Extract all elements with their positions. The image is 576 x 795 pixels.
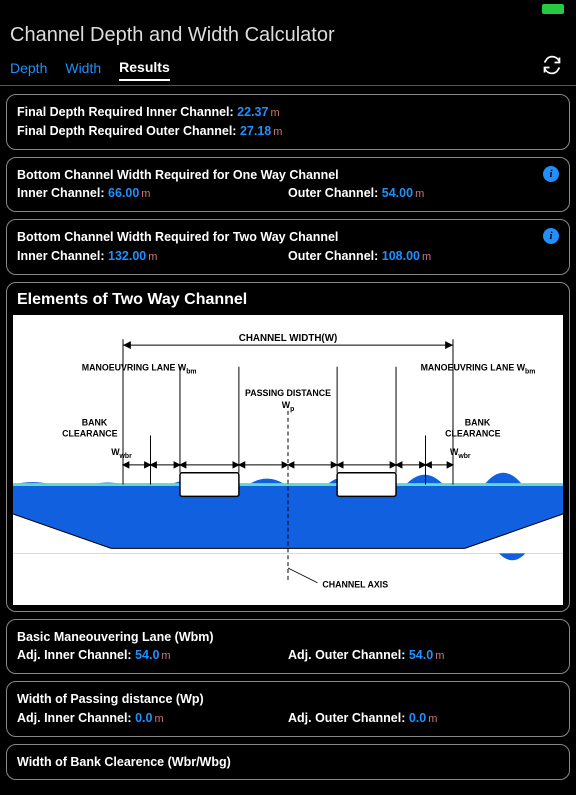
unit: m — [428, 713, 437, 725]
wp-title: Width of Passing distance (Wp) — [17, 690, 559, 709]
tab-results[interactable]: Results — [119, 59, 170, 81]
one-way-outer-value: 54.00 — [382, 186, 413, 200]
unit: m — [270, 107, 279, 119]
two-way-title: Bottom Channel Width Required for Two Wa… — [17, 228, 559, 247]
diagram-panel: Elements of Two Way Channel — [6, 282, 570, 612]
wbm-outer-value: 54.0 — [409, 648, 433, 662]
final-depth-inner-row: Final Depth Required Inner Channel: 22.3… — [17, 103, 559, 122]
unit: m — [148, 251, 157, 263]
svg-text:CHANNEL AXIS: CHANNEL AXIS — [322, 579, 388, 589]
wbm-inner-value: 54.0 — [135, 648, 159, 662]
info-icon[interactable]: i — [543, 166, 559, 182]
status-bar — [0, 0, 576, 18]
two-way-outer-label: Outer Channel: — [288, 249, 378, 263]
channel-diagram: CHANNEL WIDTH(W) MANOEUVRING LANE Wbm MA… — [13, 315, 563, 605]
battery-icon — [542, 4, 564, 14]
app-title: Channel Depth and Width Calculator — [0, 18, 576, 57]
wp-outer-value: 0.0 — [409, 711, 426, 725]
wp-inner-value: 0.0 — [135, 711, 152, 725]
unit: m — [415, 188, 424, 200]
wbm-values: Adj. Inner Channel: 54.0m Adj. Outer Cha… — [17, 646, 559, 665]
wbm-outer-label: Adj. Outer Channel: — [288, 648, 405, 662]
tab-bar: Depth Width Results — [0, 57, 576, 83]
two-way-inner-label: Inner Channel: — [17, 249, 105, 263]
final-depth-outer-row: Final Depth Required Outer Channel: 27.1… — [17, 122, 559, 141]
wbr-panel: Width of Bank Clearence (Wbr/Wbg) — [6, 744, 570, 781]
one-way-inner-value: 66.00 — [108, 186, 139, 200]
svg-text:BANKCLEARANCE: BANKCLEARANCE — [62, 417, 118, 438]
unit: m — [141, 188, 150, 200]
unit: m — [435, 650, 444, 662]
two-way-values: Inner Channel: 132.00m Outer Channel: 10… — [17, 247, 559, 266]
svg-text:Wwbr: Wwbr — [111, 447, 132, 460]
results-content: Final Depth Required Inner Channel: 22.3… — [0, 86, 576, 795]
svg-text:CHANNEL WIDTH(W): CHANNEL WIDTH(W) — [239, 333, 337, 344]
unit: m — [154, 713, 163, 725]
tab-depth[interactable]: Depth — [10, 60, 47, 80]
diagram-title: Elements of Two Way Channel — [13, 289, 563, 315]
refresh-icon[interactable] — [542, 55, 562, 75]
one-way-outer-label: Outer Channel: — [288, 186, 378, 200]
svg-text:MANOEUVRING LANE Wbm: MANOEUVRING LANE Wbm — [421, 362, 536, 375]
svg-text:MANOEUVRING LANE Wbm: MANOEUVRING LANE Wbm — [82, 362, 197, 375]
info-icon[interactable]: i — [543, 228, 559, 244]
two-way-outer-value: 108.00 — [382, 249, 420, 263]
wp-values: Adj. Inner Channel: 0.0m Adj. Outer Chan… — [17, 709, 559, 728]
wbm-panel: Basic Maneouvering Lane (Wbm) Adj. Inner… — [6, 619, 570, 675]
one-way-inner-label: Inner Channel: — [17, 186, 105, 200]
unit: m — [273, 126, 282, 138]
one-way-panel: i Bottom Channel Width Required for One … — [6, 157, 570, 213]
final-depth-inner-value: 22.37 — [237, 105, 268, 119]
final-depth-outer-value: 27.18 — [240, 124, 271, 138]
one-way-values: Inner Channel: 66.00m Outer Channel: 54.… — [17, 184, 559, 203]
two-way-panel: i Bottom Channel Width Required for Two … — [6, 219, 570, 275]
final-depth-panel: Final Depth Required Inner Channel: 22.3… — [6, 94, 570, 150]
final-depth-outer-label: Final Depth Required Outer Channel: — [17, 124, 236, 138]
tab-width[interactable]: Width — [65, 60, 101, 80]
wbm-title: Basic Maneouvering Lane (Wbm) — [17, 628, 559, 647]
svg-text:PASSING DISTANCE: PASSING DISTANCE — [245, 388, 331, 398]
wp-panel: Width of Passing distance (Wp) Adj. Inne… — [6, 681, 570, 737]
unit: m — [161, 650, 170, 662]
one-way-title: Bottom Channel Width Required for One Wa… — [17, 166, 559, 185]
wp-outer-label: Adj. Outer Channel: — [288, 711, 405, 725]
unit: m — [422, 251, 431, 263]
wp-inner-label: Adj. Inner Channel: — [17, 711, 132, 725]
final-depth-inner-label: Final Depth Required Inner Channel: — [17, 105, 234, 119]
two-way-inner-value: 132.00 — [108, 249, 146, 263]
wbm-inner-label: Adj. Inner Channel: — [17, 648, 132, 662]
wbr-title: Width of Bank Clearence (Wbr/Wbg) — [17, 753, 559, 772]
